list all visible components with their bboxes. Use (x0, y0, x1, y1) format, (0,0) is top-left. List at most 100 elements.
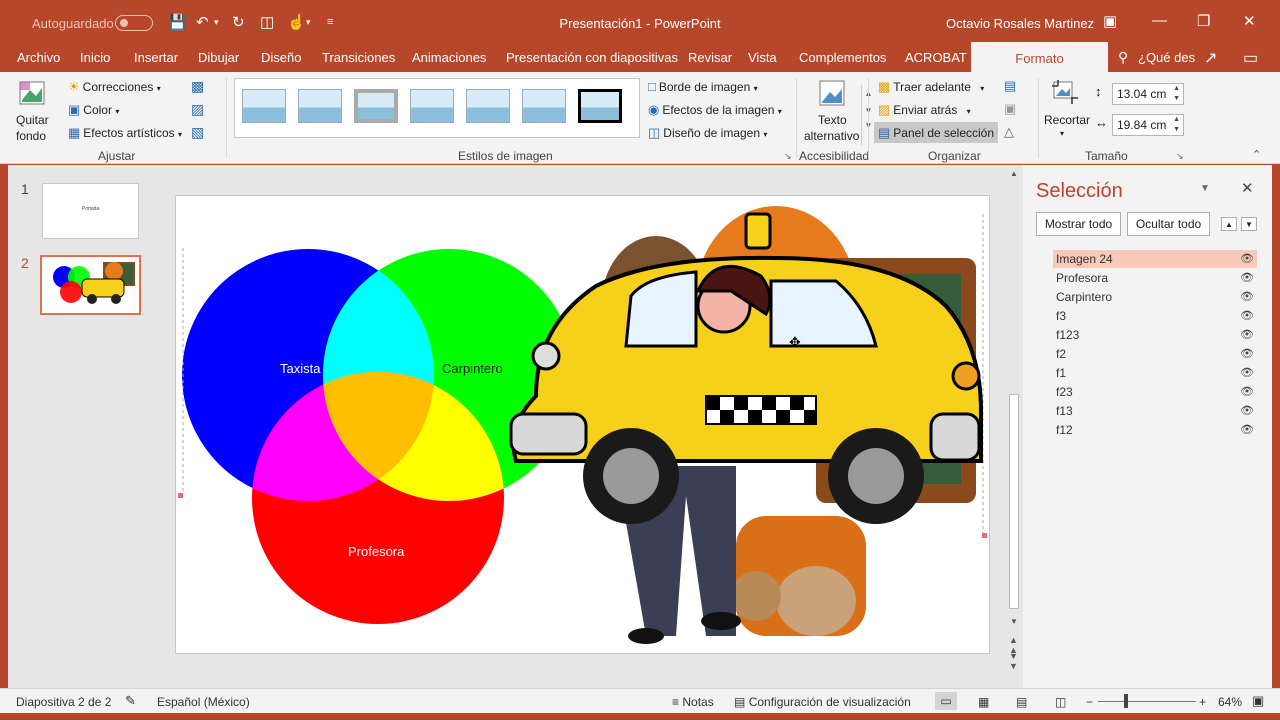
crop-label[interactable]: Recortar (1044, 113, 1090, 127)
alt-text-label-2[interactable]: alternativo (804, 129, 859, 143)
next-slide-icon[interactable]: ▼ ▼ (1009, 651, 1018, 671)
width-input[interactable]: 19.84 cm ▲ ▼ (1112, 114, 1184, 136)
selection-item-f12[interactable]: f12 👁 (1053, 421, 1257, 439)
share-icon[interactable]: ↗ (1204, 48, 1217, 68)
search-icon[interactable]: ⚲ (1118, 49, 1128, 66)
picture-style-thumb[interactable] (242, 89, 286, 123)
picture-border-button[interactable]: □ Borde de imagen ▾ (648, 79, 758, 94)
group-objects-icon[interactable]: ▣ (1004, 101, 1016, 117)
artistic-effects-button[interactable]: ▦ Efectos artísticos ▾ (68, 125, 182, 141)
close-icon[interactable]: ✕ (1243, 12, 1256, 30)
selection-item-carpintero[interactable]: Carpintero 👁 (1053, 288, 1257, 306)
slide-sorter-icon[interactable]: ▦ (978, 695, 989, 709)
scroll-up-icon[interactable]: ▲ (1008, 169, 1020, 178)
tab-vista[interactable]: Vista (748, 50, 777, 65)
remove-background-label[interactable]: Quitar (16, 113, 49, 127)
send-backward-order-icon[interactable]: ▼ (1241, 217, 1257, 231)
picture-styles-gallery[interactable]: ▲ ▼ ▼ (234, 78, 872, 145)
picture-style-thumb[interactable] (466, 89, 510, 123)
tab-diseno[interactable]: Diseño (261, 50, 301, 65)
remove-background-label-2[interactable]: fondo (16, 129, 46, 143)
selection-handle[interactable] (178, 493, 183, 498)
eye-icon[interactable]: 👁 (1240, 347, 1254, 360)
zoom-slider-track[interactable] (1098, 701, 1196, 702)
spelling-check-icon[interactable]: ✎ (125, 693, 136, 709)
eye-icon[interactable]: 👁 (1240, 309, 1254, 322)
scroll-down-icon[interactable]: ▼ (1008, 617, 1020, 626)
remove-background-icon[interactable] (18, 78, 48, 108)
align-icon[interactable]: ▤ (1004, 78, 1016, 94)
notes-button[interactable]: ≡ Notas (672, 695, 714, 709)
tab-animaciones[interactable]: Animaciones (412, 50, 486, 65)
comments-icon[interactable]: ▭ (1243, 48, 1258, 68)
fit-to-window-icon[interactable]: ▣ (1252, 693, 1264, 709)
spin-arrows-icon[interactable]: ▲ ▼ (1173, 115, 1180, 135)
spin-arrows-icon[interactable]: ▲ ▼ (1173, 84, 1180, 104)
bring-forward-order-icon[interactable]: ▲ (1221, 217, 1237, 231)
restore-icon[interactable]: ❐ (1197, 12, 1210, 30)
slide-canvas[interactable]: Taxista Carpintero Profesora πr² (175, 195, 990, 654)
color-button[interactable]: ▣ Color ▾ (68, 102, 119, 118)
tab-revisar[interactable]: Revisar (688, 50, 732, 65)
display-settings-button[interactable]: ▤ Configuración de visualización (734, 695, 911, 709)
picture-style-thumb[interactable] (298, 89, 342, 123)
language-indicator[interactable]: Español (México) (157, 695, 250, 709)
user-name[interactable]: Octavio Rosales Martinez (946, 16, 1094, 31)
selection-item-f13[interactable]: f13 👁 (1053, 402, 1257, 420)
eye-icon[interactable]: 👁 (1240, 290, 1254, 303)
crop-dropdown-icon[interactable]: ▾ (1060, 129, 1064, 138)
zoom-level[interactable]: 64% (1218, 695, 1242, 709)
zoom-slider-thumb[interactable] (1124, 694, 1128, 708)
tab-transiciones[interactable]: Transiciones (322, 50, 395, 65)
selection-item-profesora[interactable]: Profesora 👁 (1053, 269, 1257, 287)
dialog-launcher-icon[interactable]: ↘ (784, 151, 792, 162)
reset-picture-icon[interactable]: ▧ (191, 124, 204, 141)
height-input[interactable]: 13.04 cm ▲ ▼ (1112, 83, 1184, 105)
selection-item-imagen-24[interactable]: Imagen 24 👁 (1053, 250, 1257, 268)
scrollbar-thumb[interactable] (1009, 394, 1019, 609)
ribbon-display-icon[interactable]: ▣ (1103, 12, 1117, 30)
hide-all-button[interactable]: Ocultar todo (1127, 212, 1210, 236)
slide-thumbnail-1[interactable]: Portada (42, 183, 139, 239)
eye-icon[interactable]: 👁 (1240, 423, 1254, 436)
tab-inicio[interactable]: Inicio (80, 50, 110, 65)
tab-acrobat[interactable]: ACROBAT (905, 50, 967, 65)
pane-options-icon[interactable]: ▼ (1200, 183, 1210, 194)
eye-icon[interactable]: 👁 (1240, 404, 1254, 417)
alt-text-icon[interactable] (817, 78, 847, 108)
selection-item-f123[interactable]: f123 👁 (1053, 326, 1257, 344)
alt-text-label[interactable]: Texto (818, 113, 847, 127)
eye-icon[interactable]: 👁 (1240, 385, 1254, 398)
tab-complementos[interactable]: Complementos (799, 50, 886, 65)
selection-item-f1[interactable]: f1 👁 (1053, 364, 1257, 382)
compress-pictures-icon[interactable]: ▩ (191, 78, 204, 95)
normal-view-icon[interactable]: ▭ (935, 692, 957, 710)
close-pane-icon[interactable]: ✕ (1241, 179, 1254, 197)
corrections-button[interactable]: ☀ Correcciones ▾ (68, 79, 161, 95)
tab-archivo[interactable]: Archivo (17, 50, 60, 65)
picture-style-thumb[interactable] (354, 89, 398, 123)
picture-style-thumb-selected[interactable] (578, 89, 622, 123)
tab-dibujar[interactable]: Dibujar (198, 50, 239, 65)
slide-thumbnail-2[interactable] (40, 255, 141, 315)
selection-pane-button[interactable]: ▤ Panel de selección (874, 122, 998, 143)
zoom-in-icon[interactable]: + (1199, 695, 1206, 709)
tab-insertar[interactable]: Insertar (134, 50, 178, 65)
bring-forward-button[interactable]: ▩ Traer adelante ▾ (878, 79, 984, 95)
picture-style-thumb[interactable] (410, 89, 454, 123)
change-picture-icon[interactable]: ▨ (191, 101, 204, 118)
dialog-launcher-icon[interactable]: ↘ (1176, 151, 1184, 162)
minimize-icon[interactable]: — (1152, 12, 1167, 29)
selection-item-f23[interactable]: f23 👁 (1053, 383, 1257, 401)
tell-me-input[interactable]: ¿Qué des (1138, 50, 1195, 65)
tab-formato[interactable]: Formato (971, 42, 1108, 72)
selection-item-f2[interactable]: f2 👁 (1053, 345, 1257, 363)
show-all-button[interactable]: Mostrar todo (1036, 212, 1121, 236)
eye-icon[interactable]: 👁 (1240, 366, 1254, 379)
eye-icon[interactable]: 👁 (1240, 271, 1254, 284)
send-backward-button[interactable]: ▨ Enviar atrás ▾ (878, 102, 971, 118)
crop-icon[interactable] (1050, 78, 1080, 108)
reading-view-icon[interactable]: ▤ (1016, 695, 1027, 709)
selection-item-f3[interactable]: f3 👁 (1053, 307, 1257, 325)
tab-presentacion[interactable]: Presentación con diapositivas (506, 50, 678, 65)
